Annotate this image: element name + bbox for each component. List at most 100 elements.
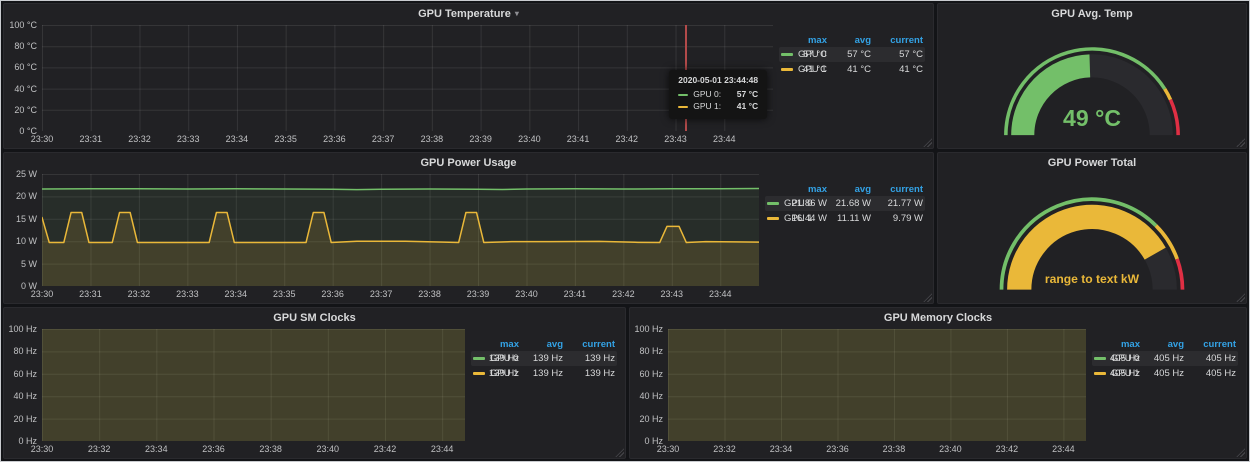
x-axis: 23:3023:3123:3223:3323:3423:3523:3623:37… [42,286,759,301]
legend-header-avg[interactable]: avg [519,339,563,350]
y-tick-label: 60 °C [14,62,37,72]
plot-area[interactable] [668,329,1086,441]
panel-header-gpu-power-usage[interactable]: GPU Power Usage [4,153,933,172]
panel-resize-handle[interactable] [1236,293,1245,302]
legend-header-avg[interactable]: avg [1140,339,1184,350]
tooltip-series-name: GPU 1: [693,101,721,112]
dashboard-row-2: GPU Power Usage 0 W5 W10 W15 W20 W25 W23… [3,152,1247,304]
gauge-gpu-power-total: range to text kW [942,174,1242,299]
x-tick-label: 23:35 [274,134,297,144]
legend-value: 57 °C [781,49,827,60]
x-tick-label: 23:39 [467,289,490,299]
legend-header-max[interactable]: max [473,339,519,350]
grid-lines [42,25,773,131]
x-tick-label: 23:33 [176,289,199,299]
legend-header-current[interactable]: current [871,184,923,195]
panel-title: GPU Avg. Temp [1051,8,1133,20]
y-tick-label: 60 Hz [13,369,37,379]
x-tick-label: 23:31 [79,134,102,144]
x-tick-label: 23:34 [226,134,249,144]
legend-header-max[interactable]: max [1094,339,1140,350]
legend-value: 139 Hz [563,368,615,379]
x-tick-label: 23:36 [323,134,346,144]
x-tick-label: 23:42 [996,444,1019,454]
legend-header-row: maxavgcurrent [471,337,617,351]
tooltip-series-value: 57 °C [727,89,758,100]
legend-value: 41 °C [871,64,923,75]
x-tick-label: 23:38 [418,289,441,299]
legend-row: GPU 021.86 W21.68 W21.77 W [765,196,925,211]
plot-area[interactable] [42,329,465,441]
panel-header-gpu-sm-clocks[interactable]: GPU SM Clocks [4,308,625,327]
series-fill-gpu-1 [42,329,465,441]
x-tick-label: 23:44 [1052,444,1075,454]
y-tick-label: 20 Hz [13,414,37,424]
legend-value: 139 Hz [473,368,519,379]
legend-value: 57 °C [827,49,871,60]
y-tick-label: 25 W [16,169,37,179]
x-tick-label: 23:44 [431,444,454,454]
x-axis: 23:3023:3223:3423:3623:3823:4023:4223:44 [42,441,465,456]
panel-resize-handle[interactable] [923,293,932,302]
series-color-dash [678,106,688,108]
x-tick-label: 23:34 [225,289,248,299]
x-tick-label: 23:40 [939,444,962,454]
x-tick-label: 23:30 [657,444,680,454]
legend-row: GPU 1139 Hz139 Hz139 Hz [471,366,617,381]
graph-gpu-temperature: 0 °C20 °C40 °C60 °C80 °C100 °C2020-05-01… [4,23,933,148]
panel-resize-handle[interactable] [923,138,932,147]
legend-row: GPU 141 °C41 °C41 °C [779,62,925,77]
panel-resize-handle[interactable] [615,448,624,457]
x-tick-label: 23:38 [421,134,444,144]
legend-header-current[interactable]: current [1184,339,1236,350]
series-color-dash [678,94,688,96]
y-tick-label: 80 Hz [639,346,663,356]
legend-value: 21.86 W [781,198,827,209]
legend-value: 9.79 W [871,213,923,224]
tooltip-row: GPU 0: 57 °C [678,89,758,100]
series-color-dash [767,202,779,205]
panel-resize-handle[interactable] [1236,138,1245,147]
legend-value: 11.11 W [827,213,871,224]
legend-series-toggle[interactable]: GPU 1 [767,213,781,224]
panel-header-gpu-avg-temp[interactable]: GPU Avg. Temp [938,4,1246,23]
legend-series-toggle[interactable]: GPU 0 [767,198,781,209]
y-tick-label: 40 Hz [639,391,663,401]
legend-row: GPU 0139 Hz139 Hz139 Hz [471,351,617,366]
series-color-dash [767,217,779,220]
panel-gpu-avg-temp: GPU Avg. Temp 49 °C [937,3,1247,149]
graph-gpu-power-usage: 0 W5 W10 W15 W20 W25 W23:3023:3123:3223:… [4,172,933,303]
x-tick-label: 23:37 [372,134,395,144]
plot-area[interactable]: 2020-05-01 23:44:48GPU 0:57 °CGPU 1:41 °… [42,25,773,131]
panel-header-gpu-power-total[interactable]: GPU Power Total [938,153,1246,172]
x-tick-label: 23:36 [321,289,344,299]
legend-header-current[interactable]: current [563,339,615,350]
plot-region: 0 Hz20 Hz40 Hz60 Hz80 Hz100 Hz23:3023:32… [8,329,465,456]
x-tick-label: 23:37 [370,289,393,299]
panel-title: GPU SM Clocks [273,312,356,324]
chevron-down-icon: ▾ [515,10,519,18]
legend-header-max[interactable]: max [781,184,827,195]
plot-canvas [42,174,759,286]
graph-gpu-sm-clocks: 0 Hz20 Hz40 Hz60 Hz80 Hz100 Hz23:3023:32… [4,327,625,458]
legend-header-max[interactable]: max [781,35,827,46]
panel-resize-handle[interactable] [1236,448,1245,457]
x-tick-label: 23:31 [79,289,102,299]
x-tick-label: 23:39 [469,134,492,144]
tooltip-series-name: GPU 0: [693,89,721,100]
legend-value: 139 Hz [519,368,563,379]
y-tick-label: 15 W [16,214,37,224]
legend-value: 41 °C [827,64,871,75]
legend-header-current[interactable]: current [871,35,923,46]
legend-value: 16.44 W [781,213,827,224]
legend-header-avg[interactable]: avg [827,184,871,195]
panel-header-gpu-memory-clocks[interactable]: GPU Memory Clocks [630,308,1246,327]
panel-header-gpu-temperature[interactable]: GPU Temperature ▾ [4,4,933,23]
legend-header-avg[interactable]: avg [827,35,871,46]
y-axis: 0 Hz20 Hz40 Hz60 Hz80 Hz100 Hz [8,329,42,441]
legend-row: GPU 116.44 W11.11 W9.79 W [765,211,925,226]
x-axis: 23:3023:3123:3223:3323:3423:3523:3623:37… [42,131,773,146]
panel-gpu-power-usage: GPU Power Usage 0 W5 W10 W15 W20 W25 W23… [3,152,934,304]
plot-area[interactable] [42,174,759,286]
legend-value: 405 Hz [1184,368,1236,379]
